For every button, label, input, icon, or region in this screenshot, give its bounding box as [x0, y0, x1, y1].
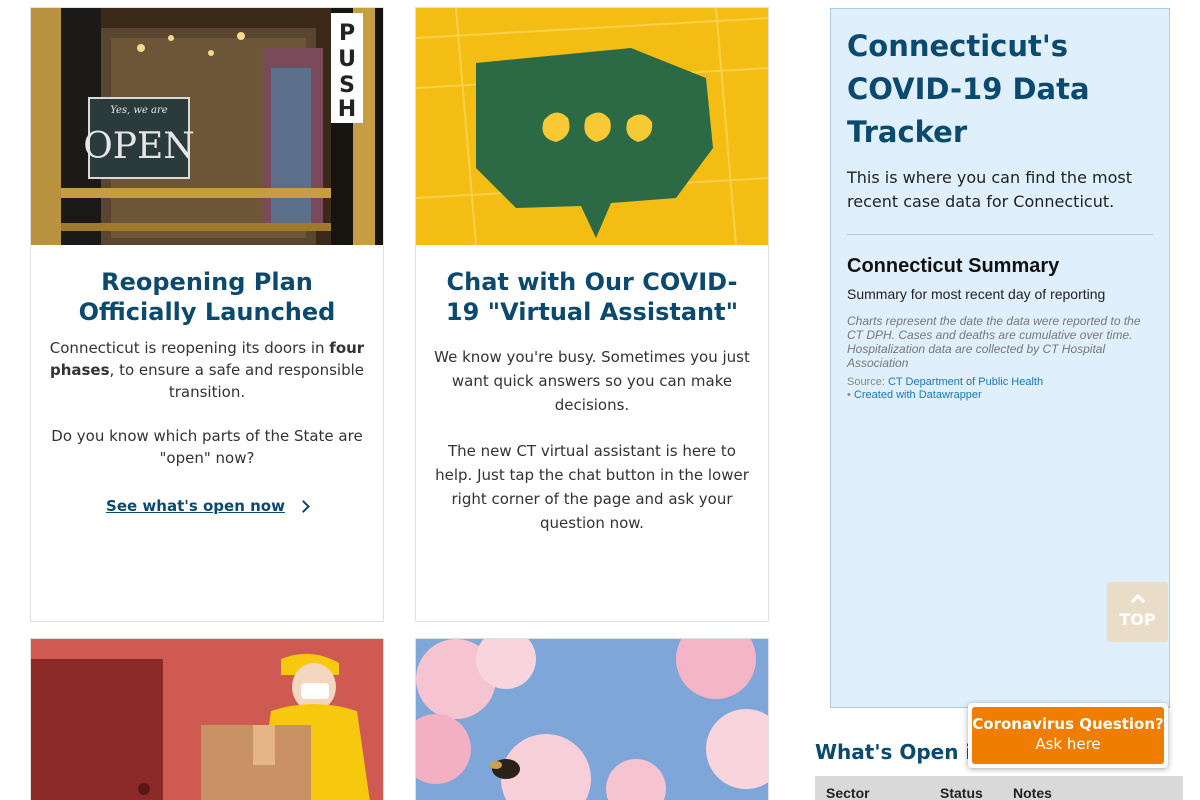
card-text: The new CT virtual assistant is here to …: [435, 442, 749, 532]
delivery-card: [30, 638, 384, 800]
back-to-top-button[interactable]: TOP: [1107, 582, 1168, 642]
chat-button[interactable]: Coronavirus Question? Ask here: [972, 707, 1164, 764]
see-whats-open-label[interactable]: See what's open now: [106, 497, 285, 515]
source-label: Source:: [847, 376, 885, 388]
summary-subtitle: Summary for most recent day of reporting: [847, 286, 1106, 302]
chat-bubble-image: [416, 8, 768, 245]
open-sign-image: P U S H Yes, we are OPEN: [31, 8, 383, 245]
tracker-intro: This is where you can find the most rece…: [847, 168, 1132, 211]
bullet: •: [847, 389, 854, 401]
chat-action-label[interactable]: Ask here: [972, 735, 1164, 753]
svg-text:OPEN: OPEN: [83, 126, 195, 167]
tracker-title: Connecticut's COVID-19 Data Tracker: [847, 29, 1090, 149]
chat-question-label[interactable]: Coronavirus Question?: [972, 715, 1164, 733]
top-label[interactable]: TOP: [1119, 610, 1155, 629]
svg-text:U: U: [338, 47, 356, 72]
blossom-card: [415, 638, 769, 800]
chat-widget[interactable]: Coronavirus Question? Ask here: [968, 703, 1168, 768]
see-whats-open-link[interactable]: See what's open now: [106, 497, 310, 515]
chart-note: Charts represent the date the data were …: [847, 314, 1141, 370]
card-title: Reopening Plan Officially Launched: [78, 268, 336, 326]
source-link[interactable]: CT Department of Public Health: [888, 376, 1043, 388]
delivery-person-image: [31, 639, 383, 800]
reopening-card: P U S H Yes, we are OPEN Reopening Plan …: [30, 7, 384, 622]
divider: [847, 234, 1153, 235]
card-text-part: Connecticut is reopening its doors in: [49, 339, 330, 357]
datawrapper-link[interactable]: Created with Datawrapper: [854, 389, 982, 401]
source-line: Source: CT Department of Public Health •…: [847, 376, 1153, 402]
card-text: Connecticut is reopening its doors in fo…: [45, 337, 369, 403]
summary-title: Connecticut Summary: [847, 255, 1060, 277]
svg-text:H: H: [338, 97, 356, 122]
svg-text:Yes, we are: Yes, we are: [110, 105, 168, 116]
push-sign-text: P: [339, 21, 355, 46]
column-header-status: Status: [940, 785, 983, 800]
whats-open-table-header: Sector Status Notes: [815, 776, 1183, 800]
column-header-sector: Sector: [826, 785, 870, 800]
chevron-up-icon[interactable]: [1130, 593, 1145, 609]
virtual-assistant-card: Chat with Our COVID-19 "Virtual Assistan…: [415, 7, 769, 622]
svg-text:S: S: [339, 73, 355, 98]
card-text: We know you're busy. Sometimes you just …: [434, 348, 750, 414]
card-text: Do you know which parts of the State are…: [51, 427, 363, 467]
card-text-part: , to ensure a safe and responsible trans…: [109, 361, 365, 401]
card-title: Chat with Our COVID-19 "Virtual Assistan…: [445, 268, 739, 326]
cherry-blossom-image: [416, 639, 768, 800]
column-header-notes: Notes: [1013, 785, 1052, 800]
chevron-right-icon[interactable]: [297, 500, 310, 513]
